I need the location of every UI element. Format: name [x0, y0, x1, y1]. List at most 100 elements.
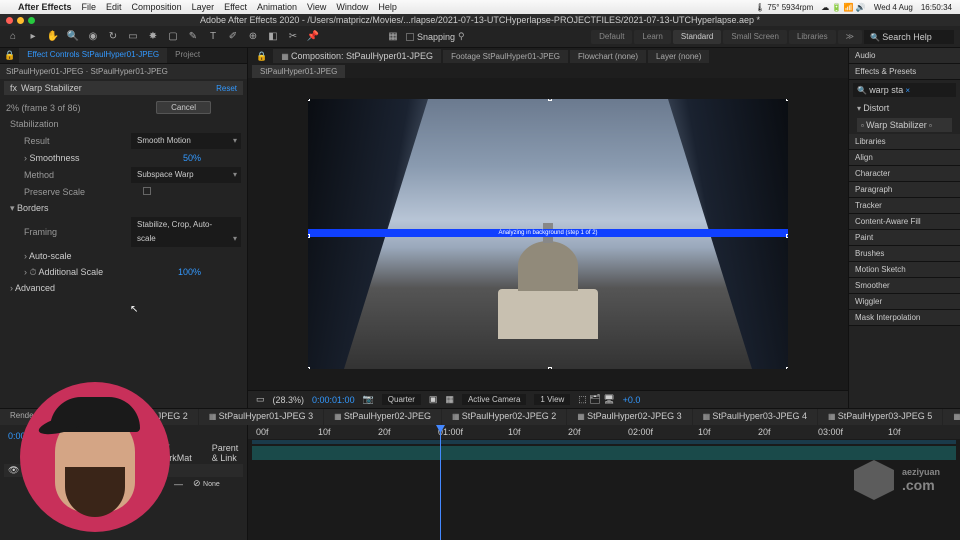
- ws-learn[interactable]: Learn: [634, 30, 670, 44]
- preview-canvas[interactable]: Analyzing in background (step 1 of 2): [308, 99, 788, 369]
- panel-tracker[interactable]: Tracker: [849, 198, 960, 214]
- playhead[interactable]: [440, 425, 441, 540]
- cancel-button[interactable]: Cancel: [156, 101, 211, 114]
- menu-composition[interactable]: Composition: [132, 2, 182, 12]
- exposure[interactable]: +0.0: [623, 395, 641, 405]
- preserve-scale-checkbox[interactable]: [143, 187, 151, 195]
- panel-paragraph[interactable]: Paragraph: [849, 182, 960, 198]
- handle-mr[interactable]: [786, 234, 788, 238]
- menu-file[interactable]: File: [82, 2, 97, 12]
- ws-default[interactable]: Default: [591, 30, 632, 44]
- viewport[interactable]: Analyzing in background (step 1 of 2): [248, 78, 848, 390]
- menu-layer[interactable]: Layer: [192, 2, 215, 12]
- mag-icon[interactable]: ▭: [256, 394, 265, 405]
- eye-icon[interactable]: 👁: [8, 465, 19, 476]
- fx-toggle-icon[interactable]: fx: [10, 83, 17, 93]
- addscale-value[interactable]: 100%: [178, 265, 241, 279]
- sys-icons[interactable]: ☁ 🔋 📶 🔊: [821, 3, 866, 12]
- views-dropdown[interactable]: 1 View: [534, 394, 570, 405]
- clone-tool-icon[interactable]: ⊕: [246, 30, 260, 44]
- framing-dropdown[interactable]: Stabilize, Crop, Auto-scale: [131, 217, 241, 247]
- smoothness-value[interactable]: 50%: [183, 151, 241, 165]
- comp-breadcrumb[interactable]: StPaulHyper01-JPEG: [252, 65, 345, 78]
- panel-libraries[interactable]: Libraries: [849, 134, 960, 150]
- type-tool-icon[interactable]: T: [206, 30, 220, 44]
- rotate-tool-icon[interactable]: ↻: [106, 30, 120, 44]
- tl-tab[interactable]: ▦ StPaulHyper01-JPEG 3: [199, 409, 323, 425]
- panel-brushes[interactable]: Brushes: [849, 246, 960, 262]
- panel-character[interactable]: Character: [849, 166, 960, 182]
- panel-align[interactable]: Align: [849, 150, 960, 166]
- tl-tab[interactable]: ▦ StPaulHyper02-JPEG: [324, 409, 441, 425]
- tl-tab[interactable]: ▦ PL3: [943, 409, 960, 425]
- roi-icon[interactable]: ▣: [429, 394, 438, 405]
- help-search[interactable]: 🔍 Search Help: [864, 30, 954, 44]
- ws-small[interactable]: Small Screen: [723, 30, 787, 44]
- selection-tool-icon[interactable]: ▸: [26, 30, 40, 44]
- reset-link[interactable]: Reset: [216, 84, 237, 93]
- menu-view[interactable]: View: [307, 2, 326, 12]
- panel-paint[interactable]: Paint: [849, 230, 960, 246]
- roto-tool-icon[interactable]: ✂: [286, 30, 300, 44]
- timecode[interactable]: 0:00:01:00: [312, 395, 355, 405]
- puppet-tool-icon[interactable]: 📌: [306, 30, 320, 44]
- snapping-toggle[interactable]: Snapping ⚲: [406, 31, 465, 42]
- mask-mode-icon[interactable]: ▦: [386, 30, 400, 44]
- handle-bm[interactable]: [548, 367, 552, 369]
- time[interactable]: 16:50:34: [921, 3, 952, 12]
- resolution-dropdown[interactable]: Quarter: [382, 394, 421, 405]
- category-distort[interactable]: ▾ Distort: [849, 100, 960, 116]
- zoom-dropdown[interactable]: (28.3%): [273, 395, 305, 405]
- grid-icon[interactable]: ▦: [445, 394, 454, 405]
- effects-search[interactable]: 🔍 warp sta ×: [853, 83, 956, 97]
- tab-footage[interactable]: Footage StPaulHyper01-JPEG: [443, 50, 568, 63]
- traffic-lights[interactable]: [6, 17, 35, 24]
- tab-composition[interactable]: ▦ Composition: StPaulHyper01-JPEG: [273, 49, 441, 63]
- tl-tab[interactable]: ▦ StPaulHyper03-JPEG 5: [818, 409, 942, 425]
- tab-effect-controls[interactable]: Effect Controls StPaulHyper01-JPEG: [19, 48, 167, 63]
- ws-libraries[interactable]: Libraries: [789, 30, 836, 44]
- shape-tool-icon[interactable]: ▢: [166, 30, 180, 44]
- camera-dropdown[interactable]: Active Camera: [462, 394, 526, 405]
- panel-mask-interp[interactable]: Mask Interpolation: [849, 310, 960, 326]
- result-warp-stabilizer[interactable]: ▫ Warp Stabilizer ▫: [857, 118, 952, 132]
- tab-layer[interactable]: Layer (none): [648, 50, 709, 63]
- draft3d-icon[interactable]: ⬚ 🗂 🖥: [578, 394, 614, 405]
- ws-more[interactable]: ≫: [838, 30, 862, 44]
- tab-project[interactable]: Project: [167, 48, 208, 63]
- group-advanced[interactable]: › Advanced: [6, 281, 55, 295]
- group-borders[interactable]: ▾ Borders: [6, 201, 49, 215]
- lock-icon[interactable]: 🔒: [252, 51, 271, 62]
- handle-br[interactable]: [786, 367, 788, 369]
- zoom-tool-icon[interactable]: 🔍: [66, 30, 80, 44]
- menu-effect[interactable]: Effect: [224, 2, 247, 12]
- menu-help[interactable]: Help: [378, 2, 397, 12]
- tl-tab[interactable]: ▦ StPaulHyper02-JPEG 3: [567, 409, 691, 425]
- handle-tm[interactable]: [548, 99, 552, 101]
- panel-effects-presets[interactable]: Effects & Presets: [849, 64, 960, 80]
- ws-standard[interactable]: Standard: [673, 30, 721, 44]
- tl-tab[interactable]: ▦ StPaulHyper03-JPEG 4: [693, 409, 817, 425]
- parent-dropdown[interactable]: None: [203, 481, 220, 488]
- panel-audio[interactable]: Audio: [849, 48, 960, 64]
- tl-tab[interactable]: ▦ StPaulHyper02-JPEG 2: [442, 409, 566, 425]
- brush-tool-icon[interactable]: ✐: [226, 30, 240, 44]
- trkmat-dropdown[interactable]: —: [174, 479, 183, 489]
- handle-ml[interactable]: [308, 234, 310, 238]
- handle-bl[interactable]: [308, 367, 310, 369]
- home-icon[interactable]: ⌂: [6, 30, 20, 44]
- camera-tool-icon[interactable]: ▭: [126, 30, 140, 44]
- panel-wiggler[interactable]: Wiggler: [849, 294, 960, 310]
- handle-tr[interactable]: [786, 99, 788, 101]
- time-ruler[interactable]: 00f10f20f01:00f10f20f02:00f10f20f03:00f1…: [248, 425, 960, 439]
- panel-smoother[interactable]: Smoother: [849, 278, 960, 294]
- layer-bar[interactable]: [252, 446, 956, 460]
- app-name[interactable]: After Effects: [18, 2, 72, 12]
- eraser-tool-icon[interactable]: ◧: [266, 30, 280, 44]
- method-dropdown[interactable]: Subspace Warp: [131, 167, 241, 183]
- effect-header[interactable]: fx Warp Stabilizer Reset: [4, 81, 243, 95]
- param-autoscale[interactable]: › Auto-scale: [6, 249, 72, 263]
- pen-tool-icon[interactable]: ✎: [186, 30, 200, 44]
- work-area[interactable]: [252, 440, 956, 444]
- anchor-tool-icon[interactable]: ✸: [146, 30, 160, 44]
